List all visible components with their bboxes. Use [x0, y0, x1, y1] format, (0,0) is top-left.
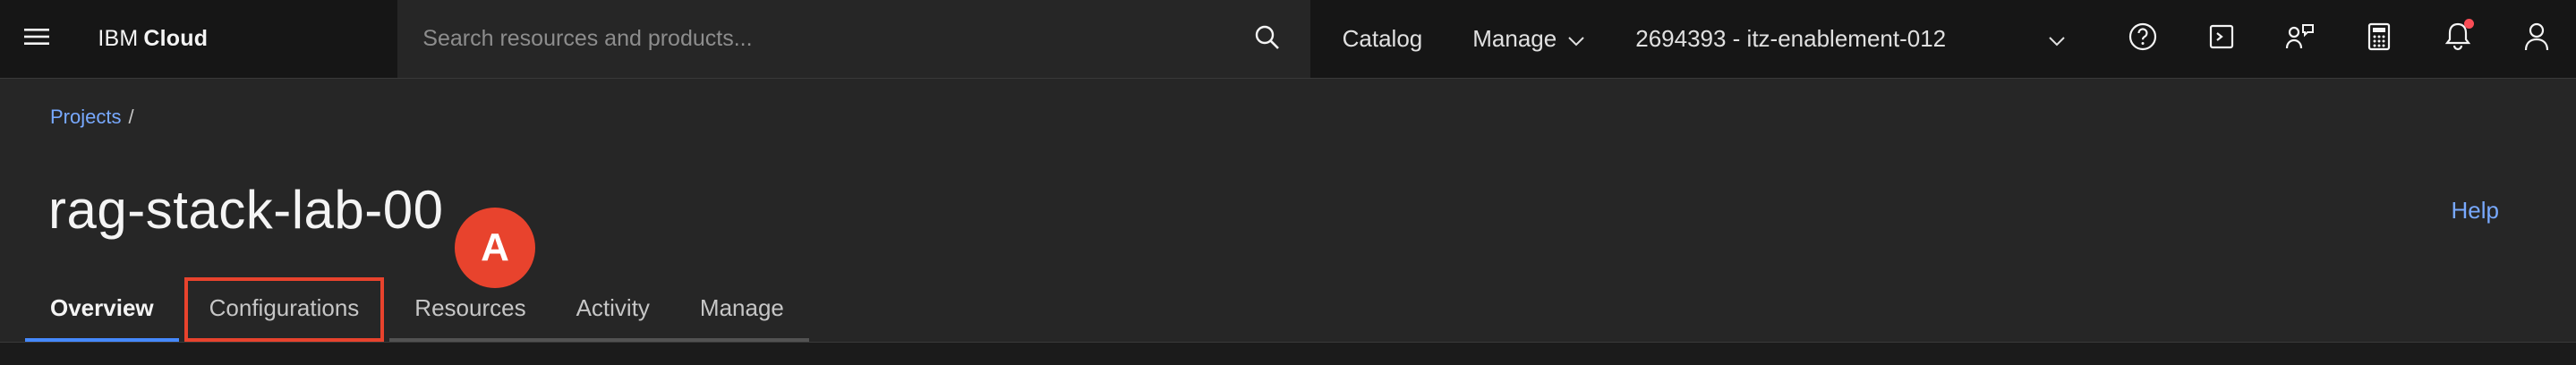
tab-configurations[interactable]: Configurations [183, 277, 385, 342]
manage-menu[interactable]: Manage [1447, 0, 1610, 78]
tab-list: Overview Configurations Resources Activi… [25, 277, 809, 342]
top-header: IBM Cloud Catalog Manage 2694393 - itz-e… [0, 0, 2576, 79]
breadcrumb-separator: / [128, 106, 134, 128]
search-icon [1253, 23, 1282, 56]
catalog-label: Catalog [1342, 25, 1423, 52]
account-switcher[interactable]: 2694393 - itz-enablement-012 [1610, 0, 2103, 78]
tab-resources[interactable]: Resources [389, 277, 551, 342]
switcher-button[interactable] [2261, 0, 2340, 79]
user-chat-icon [2285, 22, 2316, 55]
annotation-marker: A [455, 208, 535, 288]
menu-icon [22, 26, 51, 52]
chevron-down-icon [2048, 25, 2066, 53]
breadcrumb-projects-link[interactable]: Projects [50, 106, 121, 129]
page-title: rag-stack-lab-00 [48, 180, 444, 240]
search-bar [397, 0, 1310, 79]
header-actions [2103, 0, 2576, 78]
search-input[interactable] [422, 26, 1247, 52]
brand-prefix: IBM [98, 26, 139, 51]
help-button[interactable] [2103, 0, 2182, 79]
user-profile-button[interactable] [2497, 0, 2576, 79]
tab-manage[interactable]: Manage [674, 277, 809, 342]
search-button[interactable] [1235, 0, 1300, 79]
user-icon [2524, 21, 2549, 56]
catalog-link[interactable]: Catalog [1318, 0, 1448, 78]
menu-button[interactable] [0, 0, 73, 78]
help-icon [2128, 21, 2158, 56]
terminal-icon [2208, 23, 2235, 55]
brand-logo[interactable]: IBM Cloud [73, 0, 397, 78]
notification-badge [2464, 18, 2475, 29]
cloud-shell-button[interactable] [2182, 0, 2261, 79]
brand-name: Cloud [143, 26, 209, 51]
notifications-button[interactable] [2418, 0, 2497, 79]
cost-estimator-button[interactable] [2340, 0, 2418, 79]
help-link[interactable]: Help [2452, 197, 2499, 225]
manage-label: Manage [1472, 25, 1557, 52]
tab-activity[interactable]: Activity [550, 277, 675, 342]
breadcrumb: Projects / [50, 106, 134, 129]
content-divider [0, 342, 2576, 365]
account-label: 2694393 - itz-enablement-012 [1635, 25, 1947, 52]
chevron-down-icon [1567, 25, 1585, 53]
calculator-icon [2367, 22, 2391, 55]
tab-overview[interactable]: Overview [25, 277, 179, 342]
